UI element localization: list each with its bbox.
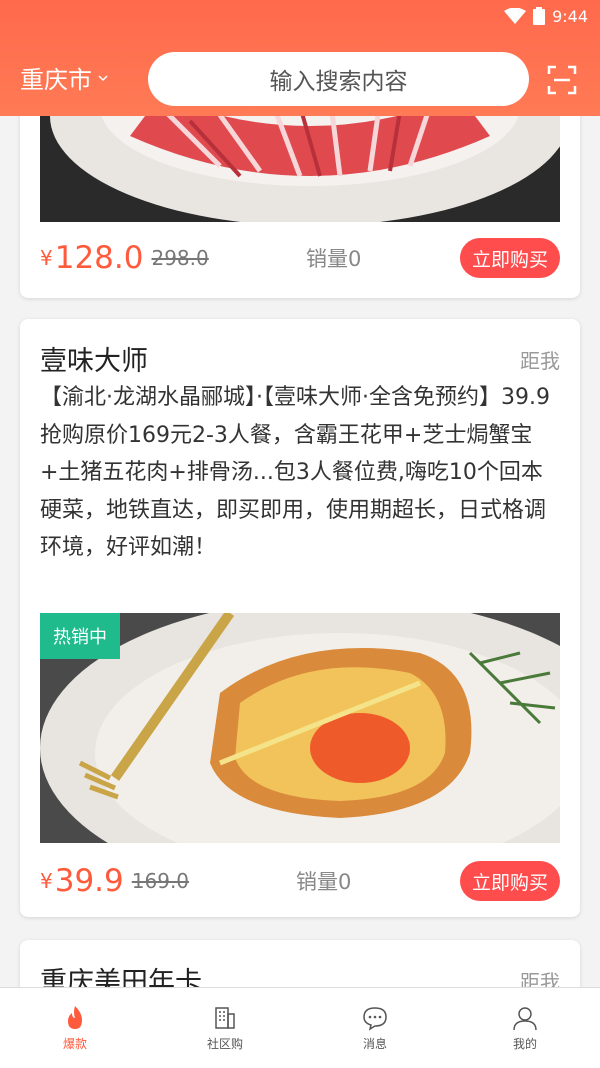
status-bar: 9:44 (504, 4, 588, 28)
original-price: 298.0 (151, 246, 209, 270)
wifi-icon (504, 8, 527, 24)
buy-now-button[interactable]: 立即购买 (460, 861, 560, 901)
tab-community[interactable]: 社区购 (150, 988, 300, 1068)
buy-now-button[interactable]: 立即购买 (460, 238, 560, 278)
tab-label: 消息 (362, 1036, 387, 1051)
status-time: 9:44 (552, 6, 588, 26)
scan-icon[interactable] (546, 64, 578, 96)
original-price: 169.0 (131, 869, 190, 893)
sales-count: 销量0 (296, 870, 352, 894)
product-description: 【渝北·龙湖水晶郦城】·【壹味大师·全含免预约】39.9抢购原价169元2-3人… (40, 385, 550, 560)
sales-count: 销量0 (306, 247, 362, 271)
hot-sale-badge: 热销中 (40, 613, 120, 659)
chevron-down-icon (98, 74, 108, 81)
user-icon (513, 1006, 537, 1030)
tab-label: 社区购 (206, 1036, 243, 1051)
distance-label: 距我 (520, 970, 560, 987)
city-selector[interactable]: 重庆市 (20, 60, 108, 95)
battery-icon (533, 7, 546, 25)
building-icon (215, 1006, 235, 1029)
message-icon (363, 1006, 387, 1031)
tab-hot[interactable]: 爆款 (0, 988, 150, 1068)
product-title: 重庆美田年卡 (40, 967, 202, 987)
current-price: 39.9 (54, 863, 124, 899)
current-price: 128.0 (54, 240, 144, 276)
tab-profile[interactable]: 我的 (450, 988, 600, 1068)
currency-symbol: ¥ (40, 246, 53, 270)
distance-label: 距我 (520, 349, 560, 373)
fire-icon (68, 1005, 82, 1029)
product-image (40, 116, 560, 222)
city-label: 重庆市 (20, 66, 92, 94)
product-title: 壹味大师 (40, 346, 148, 377)
price-row: ¥ 128.0 298.0 销量0 立即购买 (40, 236, 560, 280)
currency-symbol: ¥ (40, 869, 53, 893)
product-image: 热销中 (40, 613, 560, 843)
product-card[interactable]: 重庆美田年卡 距我 (20, 940, 580, 987)
product-card[interactable]: 壹味大师 距我 【渝北·龙湖水晶郦城】·【壹味大师·全含免预约】39.9抢购原价… (20, 319, 580, 917)
tab-messages[interactable]: 消息 (300, 988, 450, 1068)
product-feed[interactable]: ¥ 128.0 298.0 销量0 立即购买 壹味大师 距我 【渝北·龙湖水晶郦… (0, 116, 600, 987)
bottom-tab-bar: 爆款 社区购 消息 我的 (0, 987, 600, 1068)
tab-label: 爆款 (62, 1036, 87, 1051)
top-header: 9:44 重庆市 输入搜索内容 (0, 0, 600, 116)
price-row: ¥ 39.9 169.0 销量0 立即购买 (40, 859, 560, 903)
tab-label: 我的 (512, 1036, 537, 1051)
search-placeholder: 输入搜索内容 (269, 69, 408, 95)
search-input[interactable]: 输入搜索内容 (148, 52, 529, 106)
product-card[interactable]: ¥ 128.0 298.0 销量0 立即购买 (20, 116, 580, 298)
